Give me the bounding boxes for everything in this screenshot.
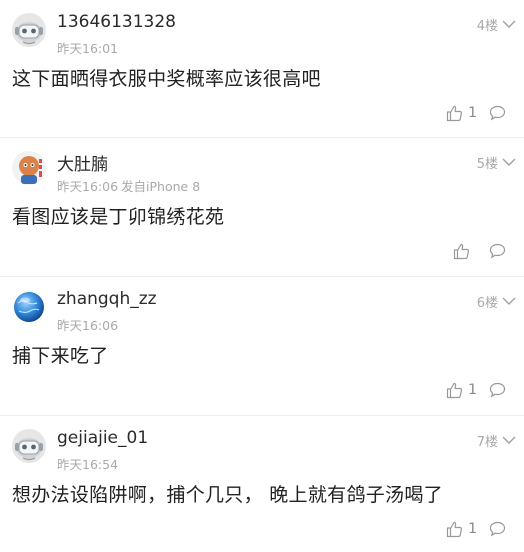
avatar[interactable] (12, 13, 46, 47)
floor-label[interactable]: 7楼 (477, 431, 516, 450)
username[interactable]: 大肚腩 (57, 150, 108, 175)
thumbs-up-icon (453, 243, 470, 260)
comment-meta: 昨天16:06 (57, 315, 121, 334)
like-count: 1 (468, 521, 477, 537)
like-count: 1 (468, 105, 477, 121)
like-button[interactable] (453, 242, 471, 260)
avatar[interactable] (12, 290, 46, 324)
comment-device: 发自iPhone 8 (121, 179, 201, 194)
cartoon-avatar-icon (12, 151, 46, 185)
reply-bubble-icon[interactable] (489, 105, 506, 121)
comment-item: zhangqh_zz 昨天16:06 6楼 捕下来吃了 1 (0, 277, 524, 416)
globe-avatar-icon (12, 290, 46, 324)
thumbs-up-icon (446, 105, 463, 122)
comment-time: 昨天16:06 (57, 318, 119, 333)
comment-text: 捕下来吃了 (12, 345, 109, 367)
comment-actions: 1 (446, 104, 506, 122)
floor-number: 7楼 (476, 435, 498, 450)
chevron-down-icon[interactable] (502, 436, 516, 445)
thumbs-up-icon (446, 521, 463, 538)
like-button[interactable]: 1 (446, 381, 489, 399)
chevron-down-icon[interactable] (502, 20, 516, 29)
username[interactable]: zhangqh_zz (57, 289, 157, 309)
robot-avatar-icon (12, 429, 46, 463)
comment-item: gejiajie_01 昨天16:54 7楼 想办法设陷阱啊，捕个几只， 晚上就… (0, 416, 524, 552)
floor-number: 6楼 (476, 296, 498, 311)
comment-time: 昨天16:54 (57, 457, 119, 472)
comment-actions (453, 242, 506, 260)
floor-number: 4楼 (476, 19, 498, 34)
username[interactable]: gejiajie_01 (57, 428, 148, 448)
comment-text: 想办法设陷阱啊，捕个几只， 晚上就有鸽子汤喝了 (12, 484, 443, 506)
like-button[interactable]: 1 (446, 520, 489, 538)
floor-label[interactable]: 5楼 (477, 153, 516, 172)
comment-actions: 1 (446, 381, 506, 399)
reply-bubble-icon[interactable] (489, 382, 506, 398)
comment-meta: 昨天16:06 发自iPhone 8 (57, 176, 200, 195)
comment-time: 昨天16:06 (57, 179, 119, 194)
reply-bubble-icon[interactable] (489, 521, 506, 537)
thumbs-up-icon (446, 382, 463, 399)
comment-meta: 昨天16:01 (57, 38, 121, 57)
comment-item: 13646131328 昨天16:01 4楼 这下面晒得衣服中奖概率应该很高吧 … (0, 0, 524, 138)
comment-text: 看图应该是丁卯锦绣花苑 (12, 206, 225, 228)
chevron-down-icon[interactable] (502, 297, 516, 306)
username[interactable]: 13646131328 (57, 12, 176, 32)
comment-text: 这下面晒得衣服中奖概率应该很高吧 (12, 68, 321, 90)
like-count: 1 (468, 382, 477, 398)
robot-avatar-icon (12, 13, 46, 47)
floor-label[interactable]: 4楼 (477, 15, 516, 34)
comment-actions: 1 (446, 520, 506, 538)
comment-list: 13646131328 昨天16:01 4楼 这下面晒得衣服中奖概率应该很高吧 … (0, 0, 524, 552)
chevron-down-icon[interactable] (502, 158, 516, 167)
floor-label[interactable]: 6楼 (477, 292, 516, 311)
comment-meta: 昨天16:54 (57, 454, 121, 473)
avatar[interactable] (12, 151, 46, 185)
avatar[interactable] (12, 429, 46, 463)
comment-item: 大肚腩 昨天16:06 发自iPhone 8 5楼 看图应该是丁卯锦绣花苑 (0, 138, 524, 277)
reply-bubble-icon[interactable] (489, 243, 506, 259)
comment-time: 昨天16:01 (57, 41, 119, 56)
floor-number: 5楼 (476, 157, 498, 172)
like-button[interactable]: 1 (446, 104, 489, 122)
